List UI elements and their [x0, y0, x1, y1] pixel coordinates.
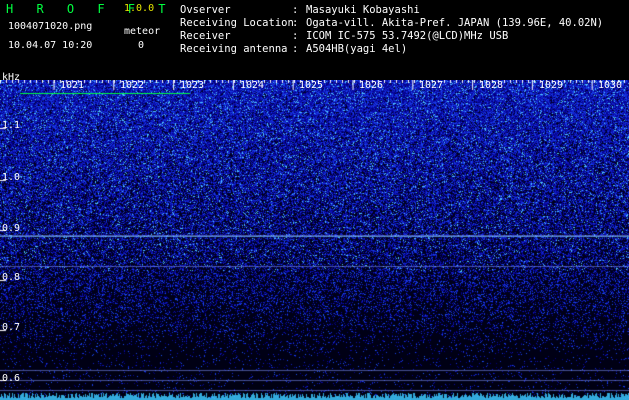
- y-tick-0-9: 0.9: [2, 223, 21, 234]
- y-tick-0-6: 0.6: [2, 373, 21, 384]
- time-label-1022: 1022: [120, 80, 145, 91]
- y-tick-1-1: 1.1: [2, 120, 21, 131]
- datetime-label: 10.04.07 10:20: [8, 40, 93, 51]
- info-row-location: Receiving Location: Ogata-vill. Akita-Pre…: [180, 17, 604, 29]
- app-version: 1.0.0: [124, 3, 155, 14]
- time-label-1021: 1021: [60, 80, 85, 91]
- time-label-1027: 1027: [419, 80, 444, 91]
- meteor-label: meteor: [124, 26, 161, 37]
- y-axis-unit: kHz: [2, 72, 21, 83]
- spectrogram-canvas: [0, 80, 629, 400]
- time-label-1026: 1026: [359, 80, 384, 91]
- y-tick-1-0: 1.0: [2, 172, 21, 183]
- y-tick-0-7: 0.7: [2, 322, 21, 333]
- meteor-count: 0: [138, 40, 145, 51]
- header-panel: H R O F F T 1.0.0 1004071020.png 10.04.0…: [0, 0, 629, 80]
- time-label-1025: 1025: [299, 80, 324, 91]
- filename-label: 1004071020.png: [8, 21, 93, 32]
- time-label-1029: 1029: [539, 80, 564, 91]
- info-row-observer: Ovserver: Masayuki Kobayashi: [180, 4, 420, 16]
- info-row-antenna: Receiving antenna: A504HB(yagi 4el): [180, 43, 408, 55]
- time-label-1028: 1028: [479, 80, 504, 91]
- time-label-1024: 1024: [240, 80, 265, 91]
- time-label-1030: 1030: [598, 80, 623, 91]
- station-info: Ovserver: Masayuki Kobayashi Receiving Lo…: [180, 4, 603, 56]
- time-label-1023: 1023: [180, 80, 205, 91]
- y-tick-0-8: 0.8: [2, 272, 21, 283]
- info-row-receiver: Receiver: ICOM IC-575 53.7492(@LCD)MHz US…: [180, 30, 509, 42]
